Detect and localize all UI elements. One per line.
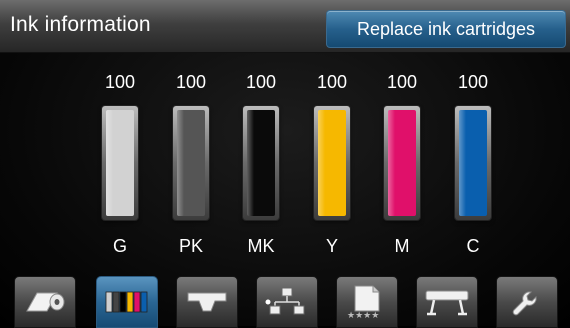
replace-ink-cartridges-button[interactable]: Replace ink cartridges bbox=[326, 10, 566, 48]
ink-cartridge-graphic bbox=[384, 106, 420, 220]
cartridge-shine bbox=[388, 110, 395, 216]
ink-level-value: 100 bbox=[386, 72, 418, 92]
image-quality-button[interactable]: ★★★★ bbox=[336, 276, 398, 328]
cartridge-shine bbox=[318, 110, 325, 216]
ink-code-label: G bbox=[112, 236, 127, 256]
ink-information-screen: Ink information Replace ink cartridges 1… bbox=[0, 0, 570, 328]
printer-setup-button[interactable] bbox=[416, 276, 478, 328]
ink-button[interactable] bbox=[96, 276, 158, 328]
cartridge-shine bbox=[106, 110, 113, 216]
ink-cartridge-m[interactable]: 100 M bbox=[372, 70, 432, 258]
ink-code-label: MK bbox=[247, 236, 275, 256]
ink-cartridge-graphic bbox=[455, 106, 491, 220]
ink-cartridge-c[interactable]: 100 C bbox=[443, 70, 503, 258]
setup-button[interactable] bbox=[496, 276, 558, 328]
ink-cartridge-y[interactable]: 100 Y bbox=[302, 70, 362, 258]
ink-code-label: Y bbox=[325, 236, 338, 256]
svg-text:★★★★: ★★★★ bbox=[347, 311, 379, 319]
ink-levels-panel: 100 G 100 PK 100 MK 100 Y 100 M 100 C bbox=[0, 70, 570, 270]
ink-cartridge-pk[interactable]: 100 PK bbox=[161, 70, 221, 258]
ink-code-label: PK bbox=[178, 236, 203, 256]
ink-code-label: C bbox=[466, 236, 480, 256]
wrench-icon bbox=[509, 288, 545, 316]
ink-cartridge-g[interactable]: 100 G bbox=[90, 70, 150, 258]
cartridge-shine bbox=[459, 110, 466, 216]
paper-button[interactable] bbox=[14, 276, 76, 328]
bottom-toolbar: ★★★★ bbox=[0, 276, 570, 328]
ink-level-value: 100 bbox=[175, 72, 207, 92]
output-tray-icon bbox=[185, 289, 229, 315]
cartridge-shine bbox=[177, 110, 184, 216]
ink-cartridge-graphic bbox=[314, 106, 350, 220]
page-title: Ink information bbox=[10, 13, 151, 36]
connectivity-button[interactable] bbox=[256, 276, 318, 328]
ink-cartridge-mk[interactable]: 100 MK bbox=[231, 70, 291, 258]
output-button[interactable] bbox=[176, 276, 238, 328]
header-bar: Ink information Replace ink cartridges bbox=[0, 0, 570, 53]
ink-level-value: 100 bbox=[457, 72, 489, 92]
cartridge-shine bbox=[247, 110, 254, 216]
ink-level-value: 100 bbox=[245, 72, 277, 92]
printer-icon bbox=[424, 288, 470, 316]
ink-cartridge-graphic bbox=[173, 106, 209, 220]
paper-roll-icon bbox=[23, 289, 67, 315]
ink-level-value: 100 bbox=[316, 72, 348, 92]
ink-cartridge-graphic bbox=[243, 106, 279, 220]
ink-code-label: M bbox=[394, 236, 410, 256]
network-icon bbox=[265, 287, 309, 317]
ink-cartridge-graphic bbox=[102, 106, 138, 220]
ink-level-value: 100 bbox=[104, 72, 136, 92]
ink-cartridges-icon bbox=[104, 289, 150, 315]
print-quality-icon: ★★★★ bbox=[345, 285, 389, 319]
